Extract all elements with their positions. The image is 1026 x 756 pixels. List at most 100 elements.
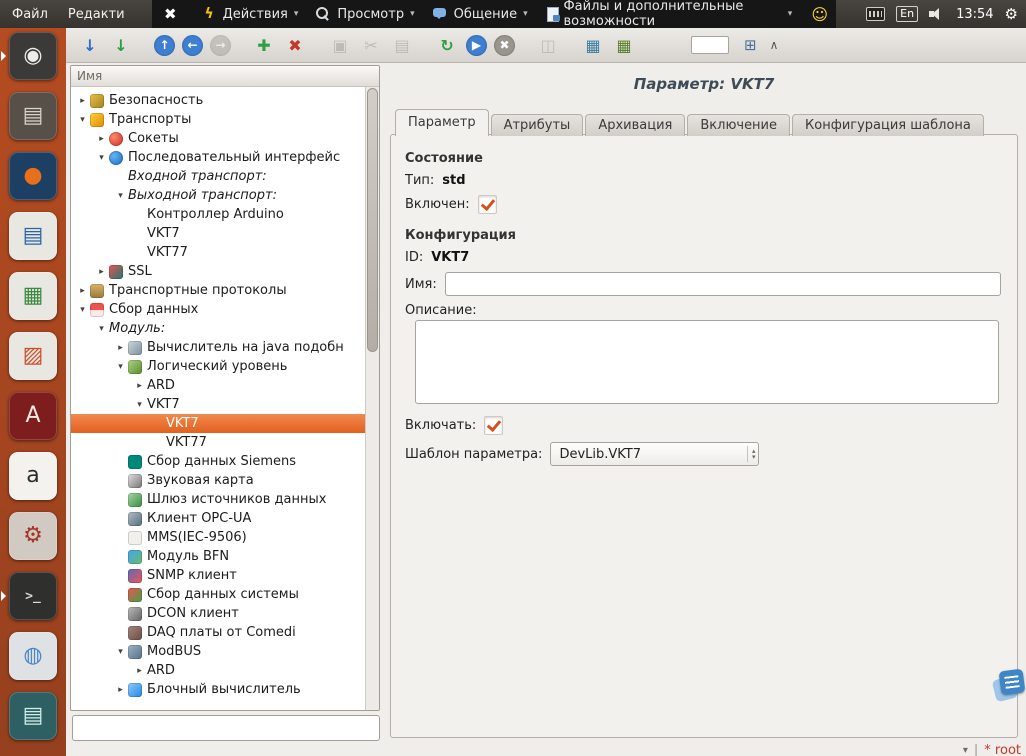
tree-item[interactable]: Звуковая карта xyxy=(71,471,366,490)
go-back-button[interactable]: ← xyxy=(182,35,203,56)
keyboard-indicator-icon[interactable] xyxy=(866,7,885,21)
menu-file[interactable]: Файл xyxy=(12,7,48,22)
tree-item[interactable]: VKT77 xyxy=(71,243,366,262)
stop-button[interactable]: ✖ xyxy=(494,35,515,56)
db-load-button[interactable]: ↓ xyxy=(78,33,102,57)
smiley-icon[interactable]: ☺ xyxy=(811,5,828,24)
tree-item[interactable]: Входной транспорт: xyxy=(71,167,366,186)
branch-arrow-icon[interactable]: ▸ xyxy=(132,666,147,676)
close-icon[interactable]: ✖ xyxy=(164,5,177,23)
expand-icon[interactable]: ⊞ xyxy=(744,36,757,54)
branch-arrow-icon[interactable]: ▸ xyxy=(132,381,147,391)
appmenu-communication[interactable]: Общение ▾ xyxy=(424,0,537,28)
collapse-toolbar-icon[interactable]: ∧ xyxy=(770,38,779,52)
branch-arrow-icon[interactable]: ▾ xyxy=(132,400,147,410)
tree-item[interactable]: ▸ SSL xyxy=(71,262,366,281)
start-button[interactable]: ▶ xyxy=(466,35,487,56)
appmenu-view[interactable]: Просмотр ▾ xyxy=(307,0,423,28)
branch-arrow-icon[interactable]: ▸ xyxy=(113,685,128,695)
branch-arrow-icon[interactable]: ▾ xyxy=(75,115,90,125)
tree-item[interactable]: ▾ Последовательный интерфейс xyxy=(71,148,366,167)
db-save-button[interactable]: ↓ xyxy=(109,33,133,57)
tree-item[interactable]: ▸ Блочный вычислитель xyxy=(71,680,366,699)
tree-item[interactable]: SNMP клиент xyxy=(71,566,366,585)
tree-item[interactable]: Сбор данных системы xyxy=(71,585,366,604)
tree-item[interactable]: ▸ Вычислитель на java подобн xyxy=(71,338,366,357)
notification-icon[interactable] xyxy=(994,668,1026,704)
tree-item[interactable]: Модуль BFN xyxy=(71,547,366,566)
scrollbar-thumb[interactable] xyxy=(367,88,378,352)
blue-circle-app-icon[interactable]: ◍ xyxy=(9,632,57,680)
tree-command-input[interactable] xyxy=(72,715,380,741)
tree-item[interactable]: DCON клиент xyxy=(71,604,366,623)
enabled-checkbox[interactable] xyxy=(478,195,497,214)
volume-icon[interactable] xyxy=(929,8,945,20)
tree-item[interactable]: MMS(IEC-9506) xyxy=(71,528,366,547)
branch-arrow-icon[interactable]: ▾ xyxy=(94,324,109,334)
tree-item[interactable]: ▾ VKT7 xyxy=(71,395,366,414)
file-cabinet-icon[interactable]: ▤ xyxy=(9,92,57,140)
tab-archiving[interactable]: Архивация xyxy=(585,114,685,136)
tree-item[interactable]: ▾ Логический уровень xyxy=(71,357,366,376)
tree-item[interactable]: Шлюз источников данных xyxy=(71,490,366,509)
template-select[interactable]: DevLib.VKT7 ▴▾ xyxy=(550,442,759,466)
description-textarea[interactable] xyxy=(415,320,999,404)
name-input[interactable] xyxy=(445,272,1001,296)
go-forward-button[interactable]: → xyxy=(210,35,231,56)
menu-edit[interactable]: Редакти xyxy=(68,7,125,22)
terminal-icon[interactable]: >_ xyxy=(9,572,57,620)
refresh-button[interactable]: ↻ xyxy=(435,33,459,57)
tree-item[interactable]: VKT77 xyxy=(71,433,366,452)
branch-arrow-icon[interactable]: ▸ xyxy=(75,286,90,296)
branch-arrow-icon[interactable]: ▸ xyxy=(75,96,90,106)
status-caret-icon[interactable]: ▾ xyxy=(963,745,968,756)
tree-item[interactable]: DAQ платы от Comedi xyxy=(71,623,366,642)
tree-item[interactable]: ▾ Выходной транспорт: xyxy=(71,186,366,205)
tree-item[interactable]: ▸ ARD xyxy=(71,661,366,680)
paste-button[interactable]: ▤ xyxy=(390,33,414,57)
tree-item[interactable]: ▸ Безопасность xyxy=(71,91,366,110)
firefox-icon[interactable]: ● xyxy=(9,152,57,200)
appmenu-actions[interactable]: Действия ▾ xyxy=(193,0,308,28)
stack-app-icon[interactable]: ▤ xyxy=(9,692,57,740)
font-a-icon[interactable]: A xyxy=(9,392,57,440)
item-remove-button[interactable]: ✖ xyxy=(283,33,307,57)
writer-icon[interactable]: ▤ xyxy=(9,212,57,260)
tree-item[interactable]: ▸ ARD xyxy=(71,376,366,395)
dash-home-icon[interactable]: ◉ xyxy=(9,32,57,80)
tab-parameter[interactable]: Параметр xyxy=(395,109,489,136)
toolbar-quick-field[interactable] xyxy=(691,36,729,54)
appmenu-files[interactable]: Файлы и дополнительные возможности ▾ xyxy=(537,0,802,28)
go-up-button[interactable]: ↑ xyxy=(154,35,175,56)
branch-arrow-icon[interactable]: ▸ xyxy=(94,267,109,277)
view-screens-button[interactable]: ▦ xyxy=(581,33,605,57)
tab-template-config[interactable]: Конфигурация шаблона xyxy=(792,114,984,136)
amazon-icon[interactable]: a xyxy=(9,452,57,500)
branch-arrow-icon[interactable]: ▸ xyxy=(113,343,128,353)
item-add-button[interactable]: ✚ xyxy=(252,33,276,57)
clear-button[interactable]: ◫ xyxy=(536,33,560,57)
branch-arrow-icon[interactable]: ▾ xyxy=(94,153,109,163)
calc-icon[interactable]: ▦ xyxy=(9,272,57,320)
tree-item[interactable]: Контроллер Arduino xyxy=(71,205,366,224)
tree-column-header[interactable]: Имя xyxy=(71,66,379,87)
enable-checkbox[interactable] xyxy=(484,416,503,435)
tree-item[interactable]: ▸ Транспортные протоколы xyxy=(71,281,366,300)
language-indicator[interactable]: En xyxy=(896,6,918,22)
spinner-arrows-icon[interactable]: ▴▾ xyxy=(747,446,756,462)
branch-arrow-icon[interactable]: ▾ xyxy=(113,647,128,657)
tree-item[interactable]: ▾ ModBUS xyxy=(71,642,366,661)
copy-button[interactable]: ▣ xyxy=(328,33,352,57)
clock[interactable]: 13:54 xyxy=(956,7,993,22)
session-gear-icon[interactable]: ⚙ xyxy=(1005,5,1018,23)
tree-item[interactable]: ▾ Транспорты xyxy=(71,110,366,129)
tab-enabling[interactable]: Включение xyxy=(687,114,790,136)
cut-button[interactable]: ✂ xyxy=(359,33,383,57)
tab-attributes[interactable]: Атрибуты xyxy=(491,114,584,136)
tree-item[interactable]: Клиент OPC-UA xyxy=(71,509,366,528)
view-tables-button[interactable]: ▦ xyxy=(612,33,636,57)
tree-item[interactable]: ▸ Сокеты xyxy=(71,129,366,148)
branch-arrow-icon[interactable]: ▾ xyxy=(113,362,128,372)
vertical-scrollbar[interactable] xyxy=(365,87,379,710)
settings-icon[interactable]: ⚙ xyxy=(9,512,57,560)
